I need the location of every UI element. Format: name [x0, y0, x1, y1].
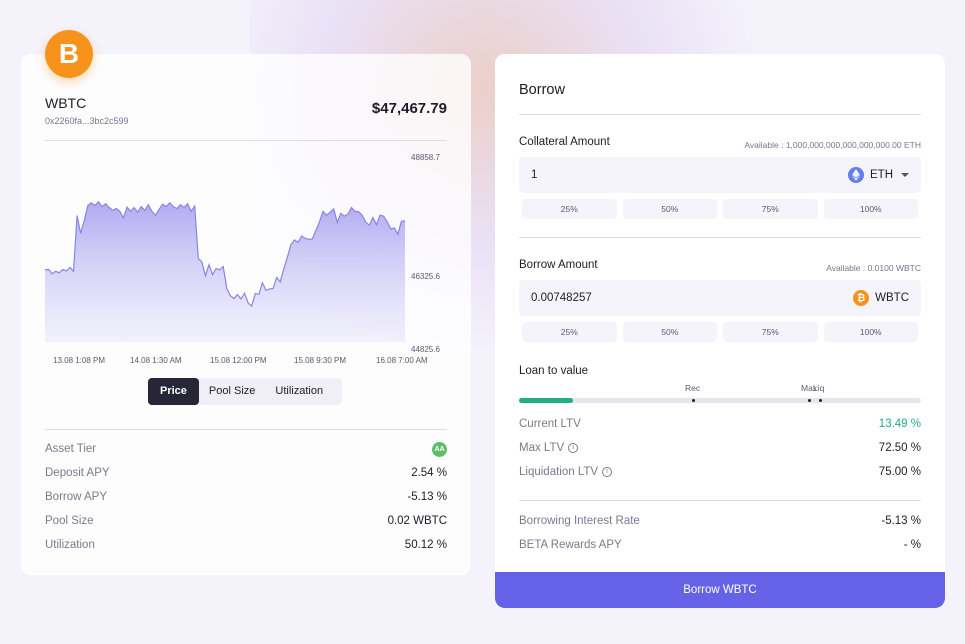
stat-deposit-apy: Deposit APY 2.54 %	[45, 467, 447, 487]
collateral-75-button[interactable]: 75%	[723, 199, 818, 219]
title-divider	[519, 114, 921, 115]
borrow-amount-input[interactable]	[531, 280, 781, 316]
max-ltv-value: 72.50 %	[878, 442, 921, 454]
info-icon[interactable]: i	[602, 467, 613, 477]
collateral-25-button[interactable]: 25%	[522, 199, 617, 219]
collateral-token-select[interactable]: ETH	[848, 157, 909, 193]
stat-borrow-apy: Borrow APY -5.13 %	[45, 491, 447, 511]
ltv-label: Loan to value	[519, 365, 589, 377]
stat-value: 0.02 WBTC	[387, 515, 447, 527]
ltv-rec-marker	[692, 399, 695, 402]
max-ltv-label: Max LTV	[519, 442, 565, 454]
x-tick-label: 14.08 1:30 AM	[130, 356, 182, 365]
ltv-bar	[519, 398, 921, 403]
stat-value: 2.54 %	[411, 467, 447, 479]
rewards-label: BETA Rewards APY	[519, 539, 622, 551]
borrow-75-button[interactable]: 75%	[723, 322, 818, 342]
tab-utilization[interactable]: Utilization	[265, 378, 333, 405]
ltv-liq-label: Liq	[813, 383, 825, 393]
x-tick-label: 16.08 7:00 AM	[376, 356, 428, 365]
asset-info-card: WBTC 0x2260fa...3bc2c599 $47,467.79 4885…	[21, 54, 471, 575]
interest-rate-label: Borrowing Interest Rate	[519, 515, 640, 527]
stats-divider	[45, 429, 447, 430]
collateral-100-button[interactable]: 100%	[823, 199, 918, 219]
borrow-title: Borrow	[519, 82, 565, 98]
rates-divider	[519, 500, 921, 501]
price-area	[45, 201, 405, 342]
collateral-pct-row: 25% 50% 75% 100%	[522, 199, 918, 219]
tier-badge: AA	[432, 442, 447, 457]
y-tick-label: 46325.6	[411, 272, 440, 281]
interest-rate-row: Borrowing Interest Rate -5.13 %	[519, 515, 921, 535]
borrow-input-box: ₿ WBTC	[519, 280, 921, 316]
borrow-card: Borrow Collateral Amount Available : 1,0…	[495, 54, 945, 608]
borrow-100-button[interactable]: 100%	[823, 322, 918, 342]
stat-asset-tier: Asset Tier AA	[45, 442, 447, 463]
borrow-25-button[interactable]: 25%	[522, 322, 617, 342]
liq-ltv-value: 75.00 %	[878, 466, 921, 478]
wbtc-logo-icon: B	[45, 30, 93, 78]
chevron-down-icon	[901, 173, 909, 177]
x-tick-label: 13.08 1:08 PM	[53, 356, 105, 365]
current-ltv-row: Current LTV 13.49 %	[519, 418, 921, 438]
borrow-amount-label: Borrow Amount	[519, 259, 598, 271]
ltv-rec-label: Rec	[685, 383, 701, 393]
btc-icon: ₿	[853, 290, 870, 306]
collateral-divider	[519, 237, 921, 238]
eth-icon	[848, 167, 864, 183]
stat-label: Deposit APY	[45, 467, 110, 479]
borrow-50-button[interactable]: 50%	[622, 322, 717, 342]
price-chart[interactable]: 48858.7 46325.6 44825.6 13.08 1:08 PM 14.08…	[21, 54, 471, 374]
stat-label: Utilization	[45, 539, 95, 551]
stat-label: Borrow APY	[45, 491, 107, 503]
logo-glyph: B	[58, 38, 80, 69]
borrow-token-label: WBTC	[875, 292, 909, 304]
ltv-max-marker	[808, 399, 811, 402]
current-ltv-label: Current LTV	[519, 418, 581, 430]
stat-utilization: Utilization 50.12 %	[45, 539, 447, 559]
collateral-label: Collateral Amount	[519, 136, 610, 148]
tab-pool-size[interactable]: Pool Size	[199, 378, 265, 405]
stat-value: 50.12 %	[404, 539, 447, 551]
liq-ltv-row: Liquidation LTV i 75.00 %	[519, 466, 921, 486]
liq-ltv-label-wrap: Liquidation LTV i	[519, 466, 613, 478]
liq-ltv-label: Liquidation LTV	[519, 466, 599, 478]
stat-label: Asset Tier	[45, 443, 97, 455]
collateral-input[interactable]	[531, 157, 781, 193]
chart-tab-group: Price Pool Size Utilization	[148, 378, 342, 405]
x-tick-label: 15.08 9:30 PM	[294, 356, 346, 365]
borrow-available: Available : 0.0100 WBTC	[826, 263, 921, 273]
y-tick-label: 44825.6	[411, 345, 440, 354]
tab-price[interactable]: Price	[148, 378, 199, 405]
borrow-token: ₿ WBTC	[853, 280, 909, 316]
collateral-available: Available : 1,000,000,000,000,000,000.00…	[744, 140, 921, 150]
y-tick-label: 48858.7	[411, 153, 440, 162]
max-ltv-label-wrap: Max LTV i	[519, 442, 579, 454]
stat-label: Pool Size	[45, 515, 94, 527]
max-ltv-row: Max LTV i 72.50 %	[519, 442, 921, 462]
stat-pool-size: Pool Size 0.02 WBTC	[45, 515, 447, 535]
x-tick-label: 15.08 12:00 PM	[210, 356, 267, 365]
rewards-value: - %	[903, 539, 921, 551]
borrow-submit-button[interactable]: Borrow WBTC	[495, 572, 945, 608]
stat-value: -5.13 %	[407, 491, 447, 503]
info-icon[interactable]: i	[568, 443, 579, 453]
interest-rate-value: -5.13 %	[881, 515, 921, 527]
ltv-liq-marker	[819, 399, 822, 402]
collateral-50-button[interactable]: 50%	[622, 199, 717, 219]
collateral-token-label: ETH	[870, 169, 893, 181]
ltv-bar-fill	[519, 398, 574, 403]
rewards-row: BETA Rewards APY - %	[519, 539, 921, 559]
borrow-pct-row: 25% 50% 75% 100%	[522, 322, 918, 342]
current-ltv-value: 13.49 %	[878, 418, 921, 430]
collateral-input-box: ETH	[519, 157, 921, 193]
